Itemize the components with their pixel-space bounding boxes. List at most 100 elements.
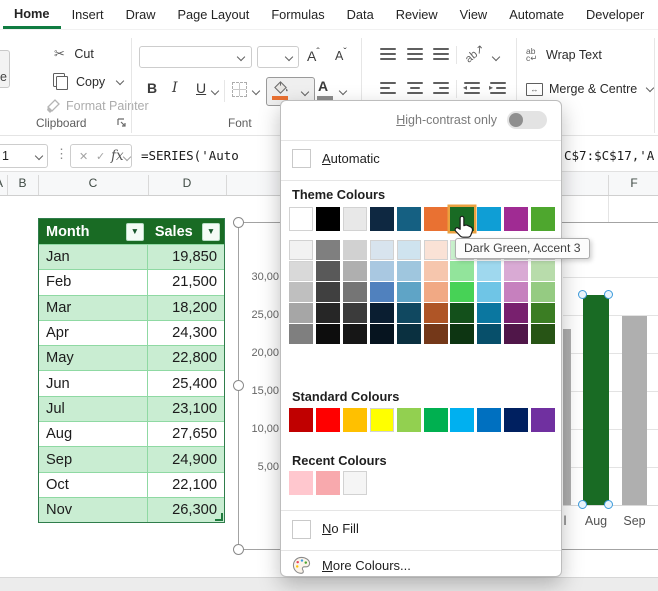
theme-variant-swatch-r0-c4[interactable] — [396, 240, 421, 260]
enter-button[interactable]: ✓ — [96, 150, 105, 163]
standard-color-swatch-5[interactable] — [423, 408, 448, 432]
chart-handle-bottom-left[interactable] — [233, 544, 244, 555]
theme-variant-swatch-r3-c6[interactable] — [450, 303, 475, 323]
cell-sales[interactable]: 24,900 — [147, 446, 224, 471]
insert-function-button[interactable]: fx — [111, 148, 124, 164]
name-box[interactable]: 1 — [0, 144, 48, 168]
tab-draw[interactable]: Draw — [115, 0, 167, 29]
recent-color-swatch-1[interactable] — [315, 471, 340, 495]
table-resize-handle[interactable] — [215, 513, 223, 522]
bar-selection-handle[interactable] — [578, 290, 587, 299]
cell-month[interactable]: Apr — [39, 319, 148, 346]
tab-formulas[interactable]: Formulas — [260, 0, 335, 29]
theme-variant-swatch-r3-c9[interactable] — [531, 303, 556, 323]
borders-chevron-icon[interactable] — [251, 86, 261, 96]
fill-color-chevron-icon[interactable] — [300, 87, 310, 97]
table-row-oct[interactable]: Oct 22,100 — [39, 471, 224, 497]
standard-color-swatch-4[interactable] — [396, 408, 421, 432]
recent-color-swatch-0[interactable] — [289, 471, 313, 495]
align-middle-button[interactable] — [407, 48, 425, 60]
standard-color-swatch-1[interactable] — [315, 408, 340, 432]
cell-sales[interactable]: 19,850 — [147, 244, 224, 269]
theme-variant-swatch-r1-c1[interactable] — [315, 261, 340, 281]
cell-sales[interactable]: 22,800 — [147, 345, 224, 370]
cell-month[interactable]: Jul — [39, 395, 148, 422]
theme-variant-swatch-r3-c5[interactable] — [423, 303, 448, 323]
cell-month[interactable]: Jan — [39, 244, 148, 270]
chart-handle-middle-left[interactable] — [233, 380, 244, 391]
cell-month[interactable]: Jun — [39, 370, 148, 396]
copy-button[interactable]: Copy — [52, 72, 125, 90]
formula-text-right[interactable]: C$7:$C$17,'A — [564, 148, 654, 163]
tab-view[interactable]: View — [449, 0, 499, 29]
col-header-d[interactable]: D — [148, 176, 226, 190]
font-name-combobox[interactable] — [139, 46, 252, 68]
theme-variant-swatch-r0-c5[interactable] — [423, 240, 448, 260]
tab-home[interactable]: Home — [3, 0, 61, 29]
theme-variant-swatch-r3-c1[interactable] — [315, 303, 340, 323]
standard-color-swatch-0[interactable] — [289, 408, 313, 432]
bar-selection-handle[interactable] — [604, 290, 613, 299]
standard-color-swatch-9[interactable] — [531, 408, 556, 432]
theme-color-swatch-9[interactable] — [531, 207, 556, 231]
align-right-button[interactable] — [433, 82, 451, 94]
theme-variant-swatch-r1-c4[interactable] — [396, 261, 421, 281]
paste-button-label-fragment[interactable]: e — [0, 70, 7, 84]
table-row-may[interactable]: May 22,800 — [39, 345, 224, 371]
clipboard-dialog-launcher-icon[interactable] — [116, 117, 127, 128]
tab-developer[interactable]: Developer — [575, 0, 655, 29]
table-row-nov[interactable]: Nov 26,300 — [39, 496, 224, 523]
font-size-combobox[interactable] — [257, 46, 299, 68]
tab-review[interactable]: Review — [385, 0, 449, 29]
table-row-jul[interactable]: Jul 23,100 — [39, 395, 224, 422]
orientation-chevron-icon[interactable] — [491, 52, 501, 62]
table-row-jan[interactable]: Jan 19,850 — [39, 244, 224, 270]
formula-text-left[interactable]: =SERIES('Auto — [141, 148, 239, 163]
theme-variant-swatch-r1-c9[interactable] — [531, 261, 556, 281]
cell-month[interactable]: May — [39, 345, 148, 371]
theme-variant-swatch-r1-c0[interactable] — [289, 261, 313, 281]
theme-color-swatch-0[interactable] — [289, 207, 313, 231]
theme-variant-swatch-r1-c5[interactable] — [423, 261, 448, 281]
align-center-button[interactable] — [407, 82, 425, 94]
font-color-chevron-icon[interactable] — [338, 86, 348, 96]
table-header-sales[interactable]: Sales ▼ — [148, 219, 224, 244]
cell-month[interactable]: Sep — [39, 446, 148, 472]
theme-variant-swatch-r4-c8[interactable] — [504, 324, 529, 344]
align-bottom-button[interactable] — [433, 48, 451, 60]
recent-color-swatch-2[interactable] — [342, 471, 367, 495]
format-painter-button[interactable]: Format Painter — [46, 99, 149, 113]
theme-variant-swatch-r1-c3[interactable] — [369, 261, 394, 281]
theme-variant-swatch-r4-c9[interactable] — [531, 324, 556, 344]
cell-sales[interactable]: 22,100 — [147, 471, 224, 497]
standard-color-swatch-7[interactable] — [477, 408, 502, 432]
col-header-b[interactable]: B — [7, 176, 38, 190]
theme-variant-swatch-r3-c0[interactable] — [289, 303, 313, 323]
font-color-button[interactable]: A — [317, 78, 333, 100]
standard-color-swatch-8[interactable] — [504, 408, 529, 432]
theme-variant-swatch-r2-c5[interactable] — [423, 282, 448, 302]
theme-variant-swatch-r0-c3[interactable] — [369, 240, 394, 260]
name-box-chevron-icon[interactable] — [34, 151, 44, 161]
orientation-button[interactable]: ab↗ — [463, 42, 487, 65]
bar-selection-handle[interactable] — [578, 500, 587, 509]
increase-indent-button[interactable]: ▸ — [489, 82, 508, 94]
cancel-button[interactable]: ✕ — [79, 150, 88, 163]
theme-variant-swatch-r2-c1[interactable] — [315, 282, 340, 302]
tab-page-layout[interactable]: Page Layout — [166, 0, 260, 29]
align-top-button[interactable] — [380, 48, 398, 60]
theme-color-swatch-1[interactable] — [315, 207, 340, 231]
theme-variant-swatch-r3-c4[interactable] — [396, 303, 421, 323]
align-left-button[interactable] — [380, 82, 398, 94]
theme-variant-swatch-r2-c2[interactable] — [342, 282, 367, 302]
sales-filter-button[interactable]: ▼ — [202, 222, 220, 241]
wrap-text-button[interactable]: ab c↵ Wrap Text — [526, 47, 602, 63]
theme-variant-swatch-r1-c6[interactable] — [450, 261, 475, 281]
cell-month[interactable]: Aug — [39, 421, 148, 447]
theme-variant-swatch-r3-c8[interactable] — [504, 303, 529, 323]
tab-insert[interactable]: Insert — [61, 0, 115, 29]
chart-bar-aug[interactable] — [583, 295, 609, 505]
theme-variant-swatch-r1-c8[interactable] — [504, 261, 529, 281]
borders-button[interactable] — [232, 82, 247, 97]
cell-month[interactable]: Mar — [39, 294, 148, 320]
